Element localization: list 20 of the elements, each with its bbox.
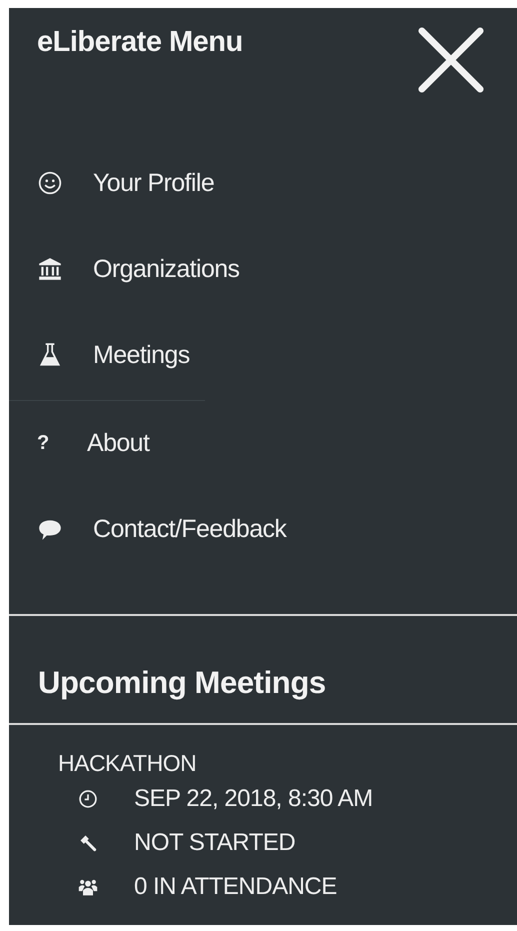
clock-icon: [78, 789, 98, 809]
gavel-icon: [78, 833, 98, 853]
menu-item[interactable]: ? About: [9, 400, 517, 486]
menu-item[interactable]: Your Profile: [9, 140, 517, 226]
section-heading: Upcoming Meetings: [38, 664, 326, 700]
flask-icon: [37, 342, 63, 368]
group-icon: [78, 877, 98, 897]
question-icon: ?: [37, 432, 57, 454]
close-button[interactable]: [417, 26, 485, 94]
menu-item[interactable]: Meetings: [9, 312, 517, 398]
smiley-icon: [37, 170, 63, 196]
menu-item[interactable]: Contact/Feedback: [9, 486, 517, 572]
menu-item[interactable]: Organizations: [9, 226, 517, 312]
meeting-detail: SEP 22, 2018, 8:30 AM: [134, 785, 373, 813]
bank-icon: [37, 256, 63, 282]
meeting-name[interactable]: HACKATHON: [58, 749, 517, 777]
close-icon: [417, 26, 485, 94]
menu-title: eLiberate Menu: [37, 25, 243, 60]
meeting-detail: 0 IN ATTENDANCE: [134, 873, 337, 901]
meeting-detail: NOT STARTED: [134, 829, 296, 857]
